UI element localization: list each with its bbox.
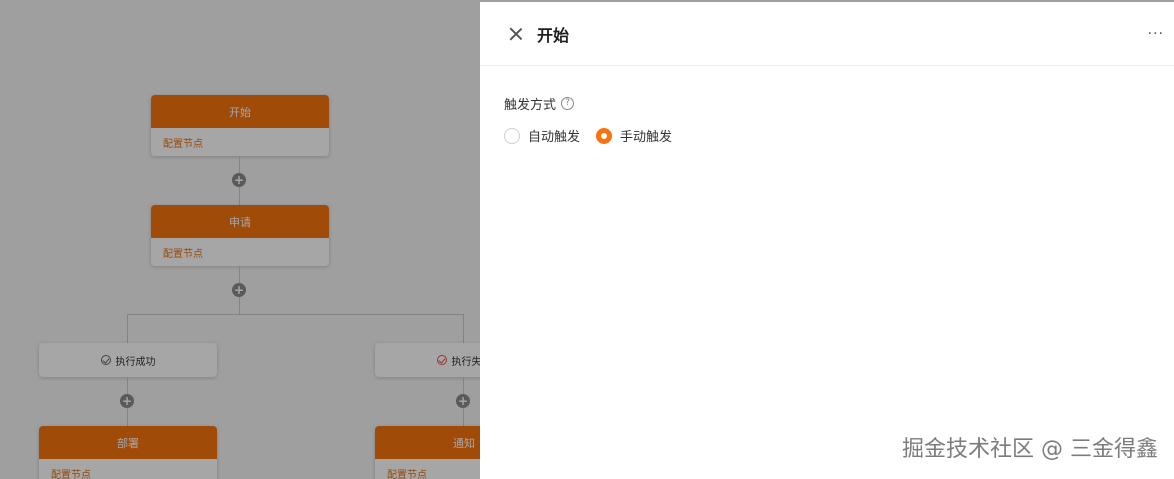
help-icon[interactable]: ?: [561, 97, 575, 110]
close-icon[interactable]: [508, 26, 524, 42]
radio-option-manual[interactable]: 手动触发: [596, 126, 672, 145]
radio-auto[interactable]: [504, 127, 520, 144]
drawer-body: 触发方式 ? 自动触发 手动触发: [480, 66, 1174, 145]
drawer-title: 开始: [537, 25, 570, 45]
trigger-mode-field: 触发方式 ?: [504, 94, 1174, 113]
more-icon[interactable]: ···: [1148, 26, 1164, 42]
radio-label: 自动触发: [528, 130, 581, 145]
drawer-header: 开始 ···: [480, 2, 1174, 66]
radio-manual[interactable]: [596, 127, 613, 144]
trigger-mode-radio-group: 自动触发 手动触发: [504, 126, 1174, 145]
node-config-drawer: 开始 ··· 触发方式 ? 自动触发 手动触发: [480, 2, 1174, 479]
field-label: 触发方式: [504, 98, 557, 113]
radio-label: 手动触发: [620, 130, 673, 145]
watermark: 掘金技术社区 @ 三金得鑫: [902, 437, 1158, 462]
radio-option-auto[interactable]: 自动触发: [504, 126, 580, 145]
